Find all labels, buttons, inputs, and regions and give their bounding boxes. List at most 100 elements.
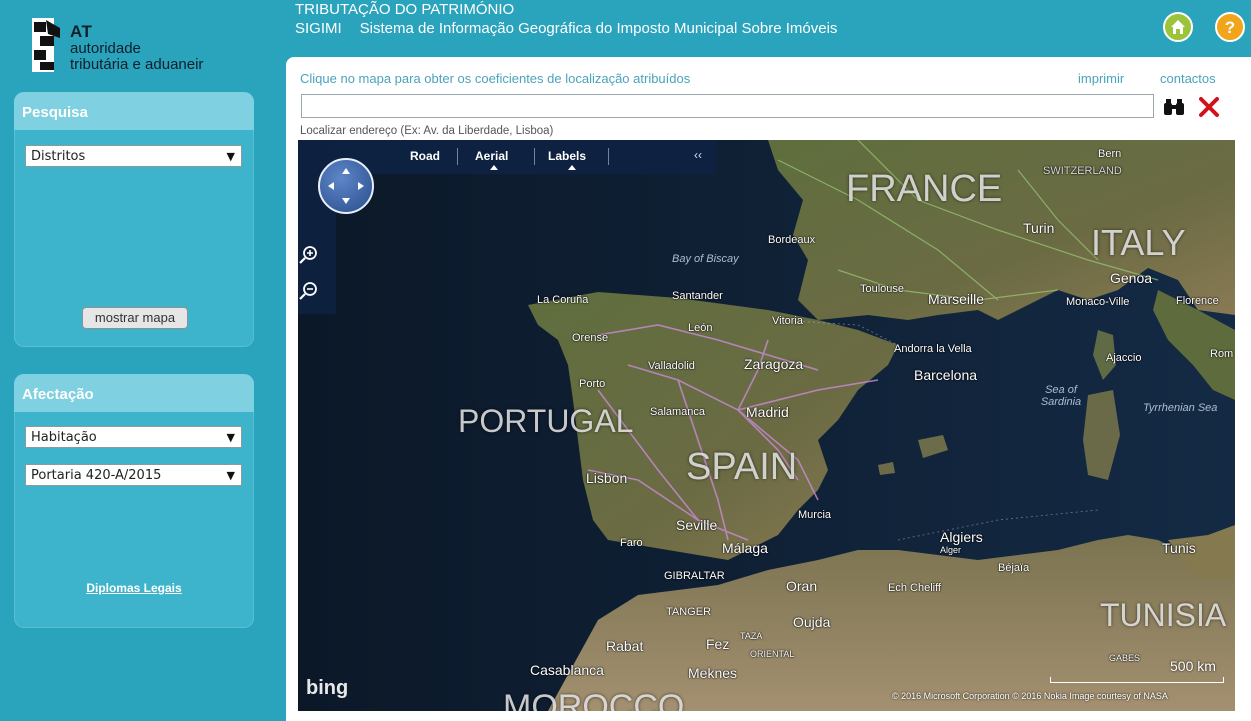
city-label: Valladolid — [648, 360, 695, 372]
zoom-in-icon[interactable] — [298, 244, 320, 266]
at-logo-icon — [32, 18, 60, 72]
city-label: Salamanca — [650, 406, 706, 418]
city-label: Florence — [1176, 295, 1219, 307]
country-label: MOROCCO — [503, 688, 685, 711]
city-label: Ajaccio — [1106, 352, 1142, 364]
city-label: Béjaïa — [998, 562, 1030, 574]
map-copyright: © 2016 Microsoft Corporation © 2016 Noki… — [892, 691, 1168, 701]
city-label: TAZA — [740, 631, 763, 641]
city-label: Bern — [1098, 148, 1122, 160]
city-label: Zaragoza — [744, 356, 804, 372]
city-label: León — [688, 322, 713, 334]
logo-short-name: AT — [70, 22, 93, 41]
city-label: Porto — [579, 378, 606, 390]
aerial-active-caret-icon — [490, 165, 498, 170]
dropdown-arrow-icon: ▼ — [226, 469, 235, 482]
legal-diplomas-link[interactable]: Diplomas Legais — [14, 581, 254, 595]
city-label: Andorra la Vella — [894, 343, 972, 355]
city-label: Santander — [672, 290, 723, 302]
search-panel: Pesquisa Distritos ▼ mostrar mapa — [14, 92, 254, 347]
page-title: TRIBUTAÇÃO DO PATRIMÓNIO — [295, 1, 515, 18]
city-label: Rabat — [606, 638, 644, 654]
map-scale-label: 500 km — [1170, 658, 1216, 674]
city-label: TANGER — [666, 606, 712, 618]
at-logo[interactable]: AT autoridade tributária e aduaneir — [30, 14, 260, 76]
portaria-select[interactable]: Portaria 420-A/2015 ▼ — [25, 464, 242, 486]
city-label: Fez — [706, 636, 730, 652]
city-label: Málaga — [722, 540, 768, 556]
city-label: Casablanca — [530, 662, 604, 678]
country-label: TUNISIA — [1100, 597, 1227, 633]
city-label: Tunis — [1162, 540, 1196, 556]
toolbar-divider — [457, 148, 458, 165]
city-label: Orense — [572, 332, 609, 344]
city-label: Oujda — [793, 614, 831, 630]
zoom-out-icon[interactable] — [298, 280, 320, 302]
portaria-select-value: Portaria 420-A/2015 — [31, 468, 162, 483]
sea-label: Sea of Sardinia — [1040, 384, 1082, 408]
binoculars-icon[interactable] — [1162, 97, 1186, 117]
map-mode-road[interactable]: Road — [410, 149, 440, 163]
city-label: Toulouse — [860, 283, 905, 295]
city-label: Vitoria — [772, 315, 803, 327]
svg-text:?: ? — [1225, 18, 1235, 37]
city-label: Lisbon — [586, 470, 628, 486]
city-label: Genoa — [1110, 270, 1153, 286]
country-label: PORTUGAL — [458, 403, 634, 439]
app-subtitle: SIGIMI Sistema de Informação Geográfica d… — [295, 20, 837, 37]
sea-label: Tyrrhenian Sea — [1143, 402, 1218, 414]
city-label: ORIENTAL — [750, 649, 795, 659]
clear-icon[interactable] — [1197, 95, 1221, 119]
city-label: Rom — [1210, 348, 1234, 360]
dropdown-arrow-icon: ▼ — [226, 431, 235, 444]
show-map-button[interactable]: mostrar mapa — [82, 307, 188, 329]
logo-line-1: autoridade — [70, 40, 141, 57]
use-select[interactable]: Habitação ▼ — [25, 426, 242, 448]
labels-active-caret-icon — [568, 165, 576, 170]
sea-label: Bay of Biscay — [672, 253, 739, 265]
map-labels-toggle[interactable]: Labels — [548, 149, 586, 163]
country-label: SPAIN — [686, 446, 798, 488]
city-label: Turin — [1023, 220, 1055, 236]
city-label: GABES — [1109, 653, 1141, 663]
country-label: ITALY — [1091, 222, 1186, 263]
help-button[interactable]: ? — [1215, 12, 1245, 42]
afetacao-panel: Afectação Habitação ▼ Portaria 420-A/201… — [14, 374, 254, 628]
contacts-link[interactable]: contactos — [1160, 71, 1216, 86]
city-label: Alger — [940, 545, 962, 555]
map-view[interactable]: Road Aerial Labels ‹‹ FRANCE ITALY PORTU… — [298, 140, 1235, 711]
city-label: Faro — [620, 537, 643, 549]
pan-compass-icon[interactable] — [318, 158, 374, 214]
dropdown-arrow-icon: ▼ — [226, 150, 235, 163]
afetacao-panel-title: Afectação — [14, 374, 254, 412]
home-icon — [1171, 20, 1185, 34]
city-label: Meknes — [688, 665, 738, 681]
city-label: Murcia — [798, 509, 832, 521]
search-panel-title: Pesquisa — [14, 92, 254, 130]
map-mode-aerial[interactable]: Aerial — [475, 149, 508, 163]
district-select-value: Distritos — [31, 149, 86, 164]
app-name: Sistema de Informação Geográfica do Impo… — [359, 20, 838, 37]
main-content: Clique no mapa para obter os coeficiente… — [286, 57, 1251, 721]
city-label: Ech Cheliff — [888, 582, 941, 594]
toolbar-divider — [608, 148, 609, 165]
map-scale-bar — [1050, 677, 1224, 683]
city-label: Bordeaux — [768, 234, 816, 246]
bing-logo: bing — [306, 677, 349, 699]
logo-line-2: tributária e aduaneir — [70, 56, 204, 73]
city-label: La Coruña — [537, 294, 589, 306]
collapse-toolbar-button[interactable]: ‹‹ — [694, 148, 702, 162]
app-code: SIGIMI — [295, 20, 342, 37]
home-button[interactable] — [1163, 12, 1193, 42]
address-search-hint: Localizar endereço (Ex: Av. da Liberdade… — [300, 125, 554, 137]
district-select[interactable]: Distritos ▼ — [25, 145, 242, 167]
use-select-value: Habitação — [31, 430, 97, 445]
city-label: Oran — [786, 578, 818, 594]
address-search-input[interactable] — [301, 94, 1154, 118]
city-label: Algiers — [940, 529, 983, 545]
print-link[interactable]: imprimir — [1078, 71, 1124, 86]
help-icon: ? — [1225, 18, 1235, 37]
city-label: Madrid — [746, 404, 789, 420]
city-label: GIBRALTAR — [664, 570, 725, 582]
city-label: Seville — [676, 517, 718, 533]
